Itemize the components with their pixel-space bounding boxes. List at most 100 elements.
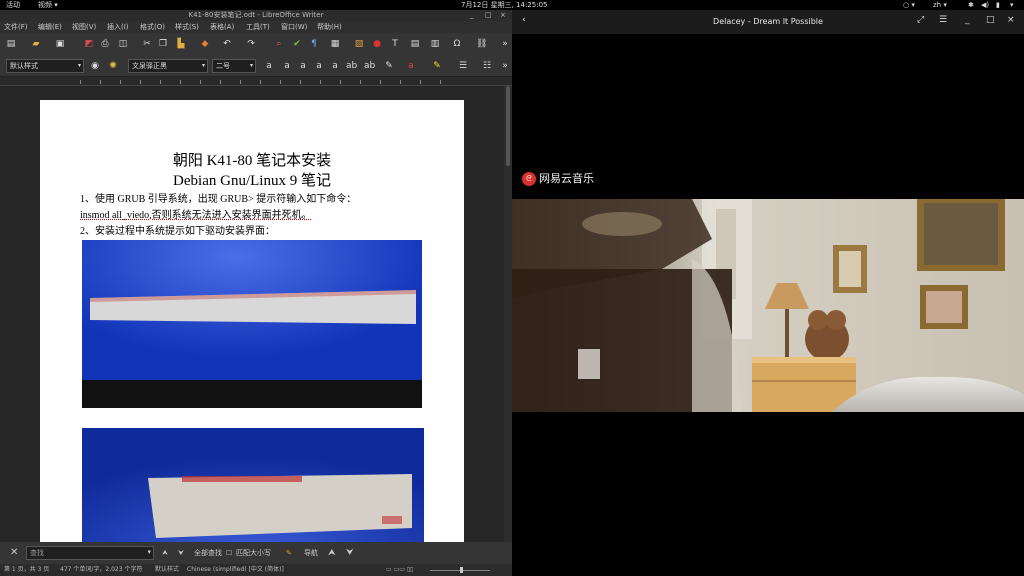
status-bar: 第 1 页，共 3 页 477 个单词/字，2,023 个字符 默认样式 Chi… xyxy=(0,564,512,576)
toolbar-overflow-icon[interactable]: » xyxy=(500,39,510,49)
power-menu-icon[interactable]: ▾ xyxy=(1010,0,1014,10)
superscript-icon[interactable]: ab xyxy=(346,61,357,71)
paragraph-style-select[interactable]: 默认样式 ▾ xyxy=(6,59,84,73)
menu-styles[interactable]: 样式(S) xyxy=(175,22,199,32)
clear-formatting-icon[interactable]: ✎ xyxy=(384,61,394,71)
player-title: Delacey - Dream It Possible xyxy=(713,17,823,26)
print-icon[interactable]: ⎙ xyxy=(100,39,110,49)
redo-icon[interactable]: ↷ xyxy=(246,39,256,49)
maximize-button[interactable]: □ xyxy=(485,10,492,21)
strikethrough-icon[interactable]: a xyxy=(314,61,324,71)
minimize-icon[interactable]: _ xyxy=(965,15,970,25)
status-page-style[interactable]: 默认样式 xyxy=(155,564,179,576)
copy-icon[interactable]: ❐ xyxy=(158,39,168,49)
export-pdf-icon[interactable]: ◩ xyxy=(84,39,94,49)
font-name-select[interactable]: 文泉驿正黑 ▾ xyxy=(128,59,208,73)
close-icon[interactable]: × xyxy=(1007,15,1015,25)
bullet-list-icon[interactable]: ☰ xyxy=(458,61,468,71)
horizontal-ruler[interactable] xyxy=(0,77,512,86)
menu-window[interactable]: 窗口(W) xyxy=(281,22,307,32)
status-language[interactable]: Chinese (simplified) [中文 (简体)] xyxy=(187,564,284,576)
menu-tools[interactable]: 工具(T) xyxy=(246,22,270,32)
special-character-icon[interactable]: Ω xyxy=(452,39,462,49)
window-titlebar: K41-80安装笔记.odt - LibreOffice Writer _ □ … xyxy=(0,10,512,21)
highlight-color-icon[interactable]: ✎ xyxy=(432,61,442,71)
window-title: K41-80安装笔记.odt - LibreOffice Writer xyxy=(188,11,324,19)
find-next-icon[interactable]: ⮟ xyxy=(178,547,184,559)
menu-help[interactable]: 帮助(H) xyxy=(317,22,342,32)
menu-table[interactable]: 表格(A) xyxy=(210,22,234,32)
cut-icon[interactable]: ✂ xyxy=(142,39,152,49)
close-button[interactable]: × xyxy=(500,10,506,21)
video-frame[interactable] xyxy=(512,199,1024,412)
document-page[interactable]: 朝阳 K41-80 笔记本安装 Debian Gnu/Linux 9 笔记 1、… xyxy=(40,100,464,542)
font-color-icon[interactable]: a xyxy=(406,61,416,71)
installer-screenshot-2[interactable] xyxy=(82,428,424,542)
overline-icon[interactable]: a xyxy=(330,61,340,71)
update-style-icon[interactable]: ◉ xyxy=(90,61,100,71)
paste-icon[interactable]: ▙ xyxy=(176,39,186,49)
italic-icon[interactable]: a xyxy=(282,61,292,71)
insert-textbox-icon[interactable]: T xyxy=(390,39,400,49)
vertical-scrollbar[interactable] xyxy=(504,86,512,542)
minimize-button[interactable]: _ xyxy=(470,10,474,21)
activities-button[interactable]: 活动 xyxy=(6,0,20,10)
save-icon[interactable]: ▣ xyxy=(55,39,65,49)
view-layout-icon[interactable]: ▭ ▭▭ ▯▯ xyxy=(386,564,413,576)
print-preview-icon[interactable]: ◫ xyxy=(118,39,128,49)
nav-up-icon[interactable]: ⮝ xyxy=(328,547,336,559)
underline-icon[interactable]: a xyxy=(298,61,308,71)
hyperlink-icon[interactable]: ⛓ xyxy=(476,39,487,49)
fullscreen-icon[interactable]: ⤢ xyxy=(917,15,924,25)
status-page[interactable]: 第 1 页，共 3 页 xyxy=(4,564,49,576)
numbered-list-icon[interactable]: ☷ xyxy=(482,61,492,71)
bluetooth-icon[interactable]: ✱ xyxy=(968,0,974,10)
document-canvas[interactable]: 朝阳 K41-80 笔记本安装 Debian Gnu/Linux 9 笔记 1、… xyxy=(0,86,504,542)
nav-down-icon[interactable]: ⮟ xyxy=(346,547,354,559)
navigation-button[interactable]: 导航 xyxy=(304,547,318,559)
status-circle-icon[interactable]: ○ ▾ xyxy=(903,0,915,10)
match-case-checkbox[interactable]: ☐ xyxy=(226,547,232,559)
subscript-icon[interactable]: ab xyxy=(364,61,375,71)
menu-icon[interactable]: ☰ xyxy=(939,15,947,25)
menu-format[interactable]: 格式(O) xyxy=(140,22,165,32)
menu-view[interactable]: 视图(V) xyxy=(72,22,96,32)
find-replace-icon[interactable]: ⌕ xyxy=(274,39,284,49)
status-word-count[interactable]: 477 个单词/字，2,023 个字符 xyxy=(60,564,142,576)
maximize-icon[interactable]: □ xyxy=(986,15,995,25)
bold-icon[interactable]: a xyxy=(264,61,274,71)
insert-chart-icon[interactable]: ● xyxy=(372,39,382,49)
volume-icon[interactable]: ◀) xyxy=(981,0,989,10)
find-input[interactable]: 查找 ▾ xyxy=(26,546,154,560)
top-bar: 活动 视频 ▾ 7月12日 星期三, 14:25:05 ○ ▾ zh ▾ ✱ ◀… xyxy=(0,0,1024,10)
battery-icon[interactable]: ▮ xyxy=(996,0,1000,10)
toolbar-overflow-icon[interactable]: » xyxy=(500,61,510,71)
menu-insert[interactable]: 插入(I) xyxy=(107,22,129,32)
spelling-icon[interactable]: ✔ xyxy=(292,39,302,49)
language-indicator[interactable]: zh ▾ xyxy=(933,0,947,10)
find-all-button[interactable]: 全部查找 xyxy=(194,547,222,559)
find-replace-icon[interactable]: ✎ xyxy=(286,547,292,559)
font-size-select[interactable]: 二号 ▾ xyxy=(212,59,256,73)
insert-field-icon[interactable]: ▥ xyxy=(430,39,440,49)
clone-formatting-icon[interactable]: ◆ xyxy=(200,39,210,49)
close-find-icon[interactable]: ✕ xyxy=(10,547,18,559)
new-style-icon[interactable]: ✺ xyxy=(108,61,118,71)
zoom-slider-handle[interactable] xyxy=(460,567,463,573)
menu-edit[interactable]: 编辑(E) xyxy=(38,22,62,32)
scrollbar-thumb[interactable] xyxy=(506,86,510,166)
menu-file[interactable]: 文件(F) xyxy=(4,22,28,32)
app-menu[interactable]: 视频 ▾ xyxy=(38,0,58,10)
installer-screenshot-1[interactable] xyxy=(82,240,422,408)
undo-icon[interactable]: ↶ xyxy=(222,39,232,49)
page-break-icon[interactable]: ▤ xyxy=(410,39,420,49)
insert-table-icon[interactable]: ▦ xyxy=(330,39,340,49)
insert-image-icon[interactable]: ▧ xyxy=(354,39,364,49)
doc-title-line2: Debian Gnu/Linux 9 笔记 xyxy=(173,173,331,189)
formatting-marks-icon[interactable]: ¶ xyxy=(309,39,319,49)
clock[interactable]: 7月12日 星期三, 14:25:05 xyxy=(461,0,547,10)
new-document-icon[interactable]: ▤ xyxy=(6,39,16,49)
open-icon[interactable]: ▰ xyxy=(31,39,41,49)
chevron-down-icon[interactable]: ▾ xyxy=(147,548,151,556)
find-previous-icon[interactable]: ⮝ xyxy=(162,547,168,559)
